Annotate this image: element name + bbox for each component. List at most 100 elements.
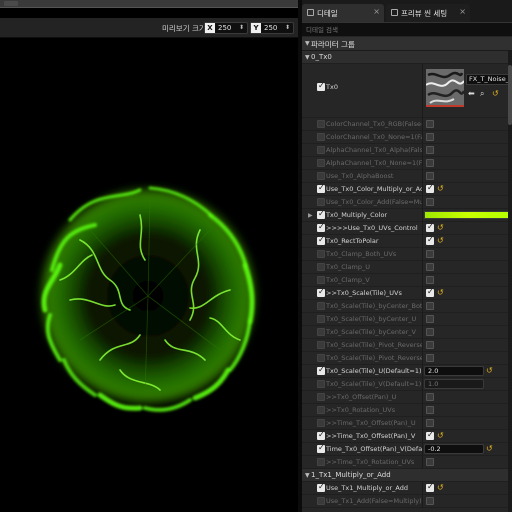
parameter-group-header[interactable]: ▼ 파라미터 그룹 — [302, 37, 512, 51]
column-divider — [422, 64, 423, 118]
texture-thumbnail[interactable] — [426, 69, 464, 107]
tab-details[interactable]: 디테일 × — [302, 4, 384, 22]
param-enable-checkbox[interactable] — [317, 287, 325, 297]
chevron-down-icon[interactable]: ▼ — [305, 472, 310, 479]
details-search-input[interactable] — [304, 24, 508, 35]
param-value-checkbox[interactable] — [426, 263, 434, 271]
param-value-checkbox[interactable] — [426, 458, 434, 466]
color-swatch[interactable] — [424, 211, 512, 219]
param-name: Tx0_Scale(Tile)_byCenter_Both_U — [326, 302, 422, 310]
param-value-checkbox[interactable] — [426, 354, 434, 362]
preview-viewport[interactable]: 미리보기 크기 X 250 ⬍ Y 250 ⬍ — [0, 0, 298, 512]
param-value-checkbox[interactable] — [426, 133, 434, 141]
param-enable-checkbox[interactable] — [317, 315, 325, 323]
param-enable-checkbox[interactable] — [317, 209, 325, 219]
category-row-0-tx0[interactable]: ▼ 0_Tx0 — [302, 51, 512, 64]
close-icon[interactable]: × — [459, 7, 466, 16]
column-divider — [422, 261, 423, 274]
param-enable-checkbox[interactable] — [317, 263, 325, 271]
reset-to-default-icon[interactable]: ↺ — [437, 223, 444, 232]
reset-to-default-icon[interactable]: ↺ — [492, 89, 499, 98]
param-enable-checkbox[interactable] — [317, 183, 325, 193]
param-value-checkbox[interactable] — [426, 430, 434, 440]
close-icon[interactable]: × — [373, 7, 380, 16]
param-enable-checkbox[interactable] — [317, 443, 325, 453]
spin-icon[interactable]: ⬍ — [239, 25, 245, 31]
param-value-checkbox[interactable] — [426, 315, 434, 323]
panel-scrollbar[interactable] — [508, 51, 512, 512]
param-enable-checkbox[interactable] — [317, 222, 325, 232]
reset-to-default-icon[interactable]: ↺ — [437, 483, 444, 492]
param-enable-checkbox[interactable] — [317, 328, 325, 336]
param-enable-checkbox[interactable] — [317, 406, 325, 414]
param-row: Tx0_Scale(Tile)_Pivot_Reverse_U — [302, 339, 512, 352]
param-value-checkbox[interactable] — [426, 302, 434, 310]
category-row[interactable]: ▼ 1_Tx1_Multiply_or_Add — [302, 469, 512, 482]
viewport-tab-handle[interactable] — [4, 1, 18, 6]
param-value-checkbox[interactable] — [426, 159, 434, 167]
param-enable-checkbox[interactable] — [317, 172, 325, 180]
param-enable-checkbox[interactable] — [317, 198, 325, 206]
param-enable-checkbox[interactable] — [317, 235, 325, 245]
param-enable-checkbox[interactable] — [317, 276, 325, 284]
param-value-checkbox[interactable] — [426, 172, 434, 180]
param-value-checkbox[interactable] — [426, 198, 434, 206]
param-value-checkbox[interactable] — [426, 328, 434, 336]
preview-size-y-field[interactable]: Y 250 ⬍ — [250, 22, 294, 34]
param-value-checkbox[interactable] — [426, 341, 434, 349]
param-enable-checkbox[interactable] — [317, 354, 325, 362]
param-value-checkbox[interactable] — [426, 120, 434, 128]
reset-to-default-icon[interactable]: ↺ — [437, 288, 444, 297]
browse-search-icon[interactable]: ⌕ — [480, 89, 484, 99]
param-value-checkbox[interactable] — [426, 482, 434, 492]
param-enable-checkbox[interactable] — [317, 133, 325, 141]
reset-to-default-icon[interactable]: ↺ — [437, 236, 444, 245]
chevron-down-icon[interactable]: ▼ — [305, 54, 310, 61]
tab-preview-scene-settings[interactable]: 프리뷰 씬 세팅 × — [386, 4, 470, 22]
param-enable-checkbox[interactable] — [317, 365, 325, 375]
spin-icon[interactable]: ⬍ — [285, 25, 291, 31]
reset-to-default-icon[interactable]: ↺ — [486, 366, 493, 375]
param-enable-checkbox[interactable] — [317, 430, 325, 440]
param-value-checkbox[interactable] — [426, 183, 434, 193]
param-enable-checkbox[interactable] — [317, 393, 325, 401]
param-row: >>>>Use_Tx0_UVs_Control ↺ — [302, 222, 512, 235]
param-name: Tx0 — [326, 83, 338, 91]
param-value-checkbox[interactable] — [426, 497, 434, 505]
param-enable-checkbox[interactable] — [317, 458, 325, 466]
param-value-checkbox[interactable] — [426, 276, 434, 284]
param-enable-checkbox[interactable] — [317, 81, 325, 91]
scrollbar-thumb[interactable] — [508, 65, 512, 125]
param-number-field[interactable]: -0.2 — [424, 444, 484, 454]
param-value-checkbox[interactable] — [426, 393, 434, 401]
chevron-right-icon[interactable]: ▶ — [308, 212, 313, 219]
texture-asset-selector[interactable]: FX_T_Noise_Tile — [466, 74, 512, 85]
param-enable-checkbox[interactable] — [317, 419, 325, 427]
param-enable-checkbox[interactable] — [317, 159, 325, 167]
param-enable-checkbox[interactable] — [317, 482, 325, 492]
parameter-group-label: 파라미터 그룹 — [311, 40, 355, 49]
reset-to-default-icon[interactable]: ↺ — [437, 431, 444, 440]
param-value-checkbox[interactable] — [426, 250, 434, 258]
reset-to-default-icon[interactable]: ↺ — [486, 444, 493, 453]
use-selected-arrow-icon[interactable]: ⬅ — [468, 89, 475, 98]
param-enable-checkbox[interactable] — [317, 380, 325, 388]
param-number-field[interactable]: 1.0 — [424, 379, 484, 389]
chevron-down-icon[interactable]: ▼ — [305, 40, 310, 47]
param-number-field[interactable]: 2.0 — [424, 366, 484, 376]
param-row: ColorChannel_Tx0_RGB(False=stH — [302, 118, 512, 131]
preview-size-x-field[interactable]: X 250 ⬍ — [204, 22, 248, 34]
param-value-checkbox[interactable] — [426, 287, 434, 297]
param-value-checkbox[interactable] — [426, 235, 434, 245]
param-enable-checkbox[interactable] — [317, 250, 325, 258]
param-enable-checkbox[interactable] — [317, 146, 325, 154]
param-value-checkbox[interactable] — [426, 222, 434, 232]
param-enable-checkbox[interactable] — [317, 497, 325, 505]
param-enable-checkbox[interactable] — [317, 302, 325, 310]
param-value-checkbox[interactable] — [426, 146, 434, 154]
reset-to-default-icon[interactable]: ↺ — [437, 184, 444, 193]
param-value-checkbox[interactable] — [426, 419, 434, 427]
param-value-checkbox[interactable] — [426, 406, 434, 414]
param-enable-checkbox[interactable] — [317, 341, 325, 349]
param-enable-checkbox[interactable] — [317, 120, 325, 128]
